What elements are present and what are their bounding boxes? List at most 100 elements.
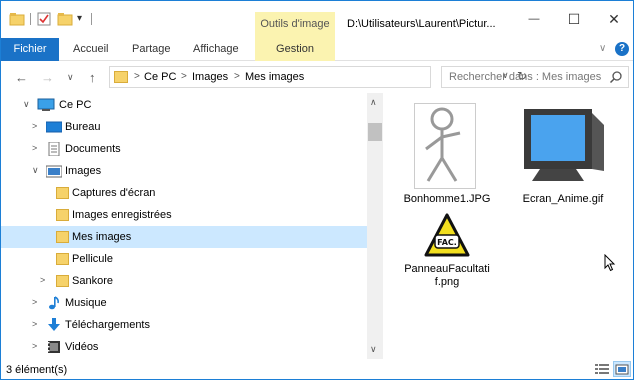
nav-label: Bureau	[65, 121, 101, 133]
nav-item-screenshots[interactable]: Captures d'écran	[1, 182, 367, 204]
window-title: D:\Utilisateurs\Laurent\Pictur...	[347, 18, 496, 30]
nav-label: Pellicule	[72, 253, 113, 265]
nav-item-pictures[interactable]: ∨ Images	[1, 160, 367, 182]
folder-icon	[56, 231, 69, 243]
forward-button[interactable]: →	[41, 70, 54, 85]
desktop-icon	[45, 120, 63, 134]
file-name: Ecran_Anime.gif	[522, 193, 604, 205]
file-list: Bonhomme1.JPG Ecran_Anime.gif FAC. Panne…	[384, 93, 633, 359]
folder-icon	[56, 187, 69, 199]
expand-ribbon-icon[interactable]: ∨	[599, 43, 606, 54]
sign-text: FAC.	[437, 238, 457, 247]
breadcrumb-separator: >	[234, 71, 240, 82]
large-icons-view-icon[interactable]	[613, 361, 631, 377]
explorer-window: ▾ Outils d'image D:\Utilisateurs\Laurent…	[0, 0, 634, 380]
minimize-button[interactable]: —	[519, 9, 549, 29]
scrollbar-thumb[interactable]	[368, 123, 382, 141]
item-count: 3 élément(s)	[6, 364, 68, 376]
file-name-line2: f.png	[434, 276, 460, 288]
nav-label: Musique	[65, 297, 107, 309]
details-view-icon[interactable]	[593, 361, 611, 377]
videos-icon	[46, 340, 62, 354]
nav-item-my-pictures[interactable]: Mes images	[1, 226, 367, 248]
expand-icon[interactable]: >	[40, 275, 45, 285]
separator	[30, 13, 31, 25]
expand-icon[interactable]: >	[32, 143, 37, 153]
file-item[interactable]: Bonhomme1.JPG	[392, 103, 502, 209]
tab-manage[interactable]: Gestion	[255, 37, 335, 61]
file-name-line1: PanneauFacultati	[404, 263, 490, 275]
breadcrumb-images[interactable]: Images	[192, 71, 228, 83]
collapse-icon[interactable]: ∨	[23, 99, 30, 110]
stick-figure-thumbnail	[414, 103, 476, 192]
breadcrumb-separator: >	[134, 71, 140, 82]
nav-label: Captures d'écran	[72, 187, 156, 199]
collapse-icon[interactable]: ∨	[32, 165, 39, 176]
tab-view[interactable]: Affichage	[193, 38, 239, 61]
mouse-cursor-icon	[604, 253, 616, 275]
nav-item-downloads[interactable]: > Téléchargements	[1, 314, 367, 336]
expand-icon[interactable]: >	[32, 297, 37, 307]
address-bar[interactable]: > Ce PC > Images > Mes images ∨ ↻	[109, 66, 527, 88]
separator	[91, 13, 92, 25]
new-folder-icon[interactable]	[57, 12, 73, 29]
title-bar: ▾ Outils d'image D:\Utilisateurs\Laurent…	[1, 1, 633, 37]
context-tab-header: Outils d'image	[255, 12, 335, 37]
tab-home[interactable]: Accueil	[73, 38, 108, 61]
folder-icon	[9, 12, 25, 29]
file-name: Bonhomme1.JPG	[403, 193, 491, 205]
scroll-down-icon[interactable]: ∨	[370, 344, 377, 355]
nav-scrollbar[interactable]: ∧ ∨	[367, 93, 383, 359]
nav-item-videos[interactable]: > Vidéos	[1, 336, 367, 358]
expand-icon[interactable]: >	[32, 341, 37, 351]
search-placeholder: Rechercher dans : Mes images	[449, 71, 602, 83]
nav-label: Images	[65, 165, 102, 177]
computer-icon	[37, 98, 55, 112]
pictures-icon	[45, 164, 63, 178]
scroll-up-icon[interactable]: ∧	[370, 97, 377, 108]
folder-icon	[114, 71, 128, 83]
recent-locations-button[interactable]: ∨	[67, 72, 74, 83]
close-button[interactable]: ✕	[599, 9, 629, 29]
breadcrumb-my-pictures[interactable]: Mes images	[245, 71, 304, 83]
tab-share[interactable]: Partage	[132, 38, 171, 61]
breadcrumb-this-pc[interactable]: Ce PC	[144, 71, 176, 83]
maximize-button[interactable]: ☐	[559, 9, 589, 29]
nav-label: Vidéos	[65, 341, 99, 353]
file-item[interactable]: Ecran_Anime.gif	[508, 103, 618, 209]
nav-label: Mes images	[72, 231, 132, 243]
breadcrumb-separator: >	[181, 71, 187, 82]
fac-sign-thumbnail: FAC.	[424, 213, 470, 260]
up-button[interactable]: ↑	[89, 70, 96, 85]
search-input[interactable]: Rechercher dans : Mes images	[441, 66, 629, 88]
folder-icon	[56, 209, 69, 221]
nav-label: Images enregistrées	[72, 209, 172, 221]
nav-label: Ce PC	[59, 99, 92, 111]
help-icon[interactable]: ?	[615, 42, 629, 56]
expand-icon[interactable]: >	[32, 319, 37, 329]
ribbon-tabs: Fichier Accueil Partage Affichage Gestio…	[1, 37, 633, 61]
status-bar: 3 élément(s)	[1, 359, 633, 380]
properties-icon[interactable]	[36, 12, 52, 29]
nav-label: Documents	[65, 143, 121, 155]
back-button[interactable]: ←	[15, 70, 28, 85]
music-icon	[46, 296, 62, 310]
folder-icon	[56, 253, 69, 265]
folder-icon	[56, 275, 69, 287]
documents-icon	[46, 141, 62, 157]
navigation-pane: ∨ Ce PC > Bureau > Documents ∨ Images Ca…	[1, 93, 383, 359]
nav-item-camera-roll[interactable]: Pellicule	[1, 248, 367, 270]
nav-item-this-pc[interactable]: ∨ Ce PC	[1, 94, 367, 116]
customize-toolbar-icon[interactable]: ▾	[77, 13, 82, 24]
expand-icon[interactable]: >	[32, 121, 37, 131]
search-icon	[609, 70, 623, 84]
nav-item-saved-pictures[interactable]: Images enregistrées	[1, 204, 367, 226]
nav-item-desktop[interactable]: > Bureau	[1, 116, 367, 138]
nav-item-music[interactable]: > Musique	[1, 292, 367, 314]
file-item[interactable]: FAC. PanneauFacultati f.png	[392, 213, 502, 293]
tab-file[interactable]: Fichier	[1, 38, 59, 61]
nav-item-documents[interactable]: > Documents	[1, 138, 367, 160]
crt-monitor-thumbnail	[520, 105, 606, 190]
nav-label: Sankore	[72, 275, 113, 287]
nav-item-sankore[interactable]: > Sankore	[1, 270, 367, 292]
